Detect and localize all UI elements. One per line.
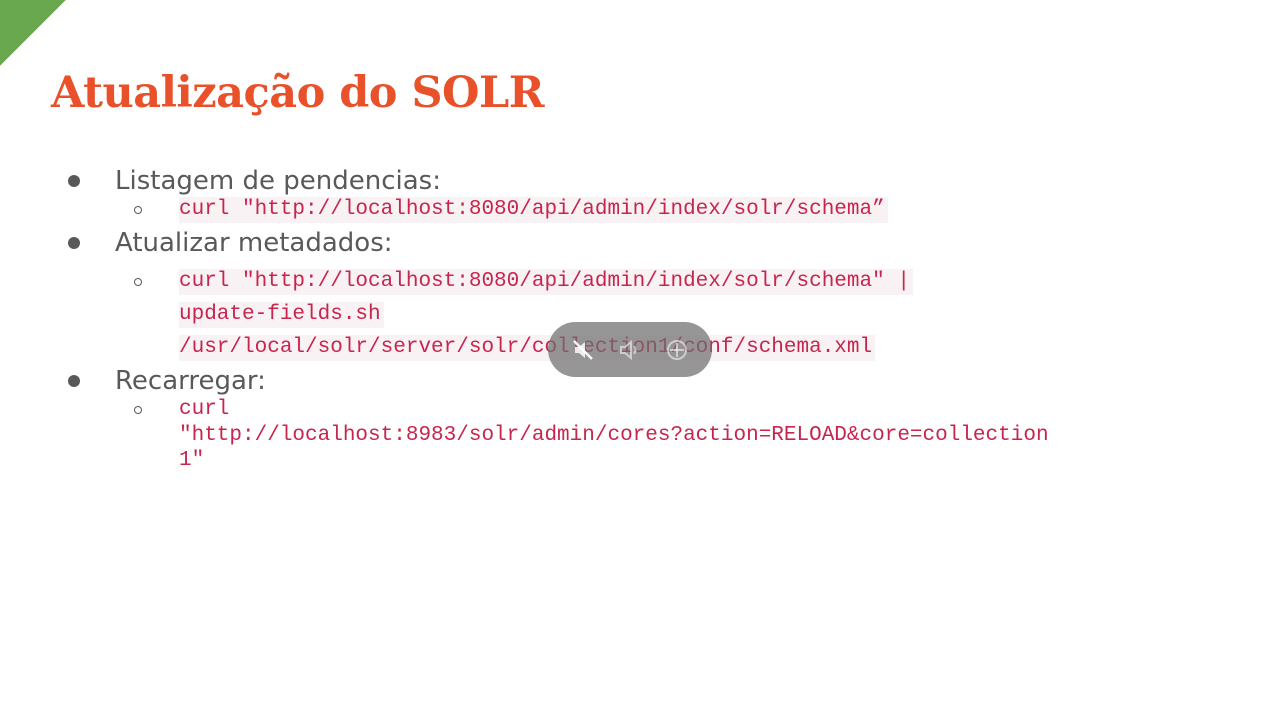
- item-1-code-line-1: curl "http://localhost:8080/api/admin/in…: [179, 197, 888, 223]
- item-2-code-line-3: /usr/local/solr/server/solr/collection1/…: [179, 335, 876, 361]
- bullet-2: [68, 237, 80, 249]
- slide-title: Atualização do SOLR: [51, 68, 544, 118]
- item-3-label: Recarregar:: [115, 366, 266, 396]
- item-3-code-line-1: curl: [179, 398, 230, 421]
- item-2-code-line-1: curl "http://localhost:8080/api/admin/in…: [179, 269, 913, 295]
- muted-speaker-icon[interactable]: [568, 335, 598, 365]
- item-1-label: Listagem de pendencias:: [115, 166, 441, 196]
- bullet-1: [68, 175, 80, 187]
- item-2-code-line-2: update-fields.sh: [179, 302, 384, 328]
- sub-bullet-3: [134, 406, 142, 414]
- video-overlay-controls[interactable]: [548, 322, 712, 377]
- corner-accent: [0, 0, 66, 66]
- sub-bullet-2: [134, 278, 142, 286]
- target-icon[interactable]: [662, 335, 692, 365]
- item-3-code-line-2: "http://localhost:8983/solr/admin/cores?…: [179, 424, 1049, 447]
- sub-bullet-1: [134, 206, 142, 214]
- item-3-code-line-3: 1": [179, 449, 205, 472]
- bullet-3: [68, 375, 80, 387]
- item-2-label: Atualizar metadados:: [115, 228, 393, 258]
- volume-icon[interactable]: [615, 335, 645, 365]
